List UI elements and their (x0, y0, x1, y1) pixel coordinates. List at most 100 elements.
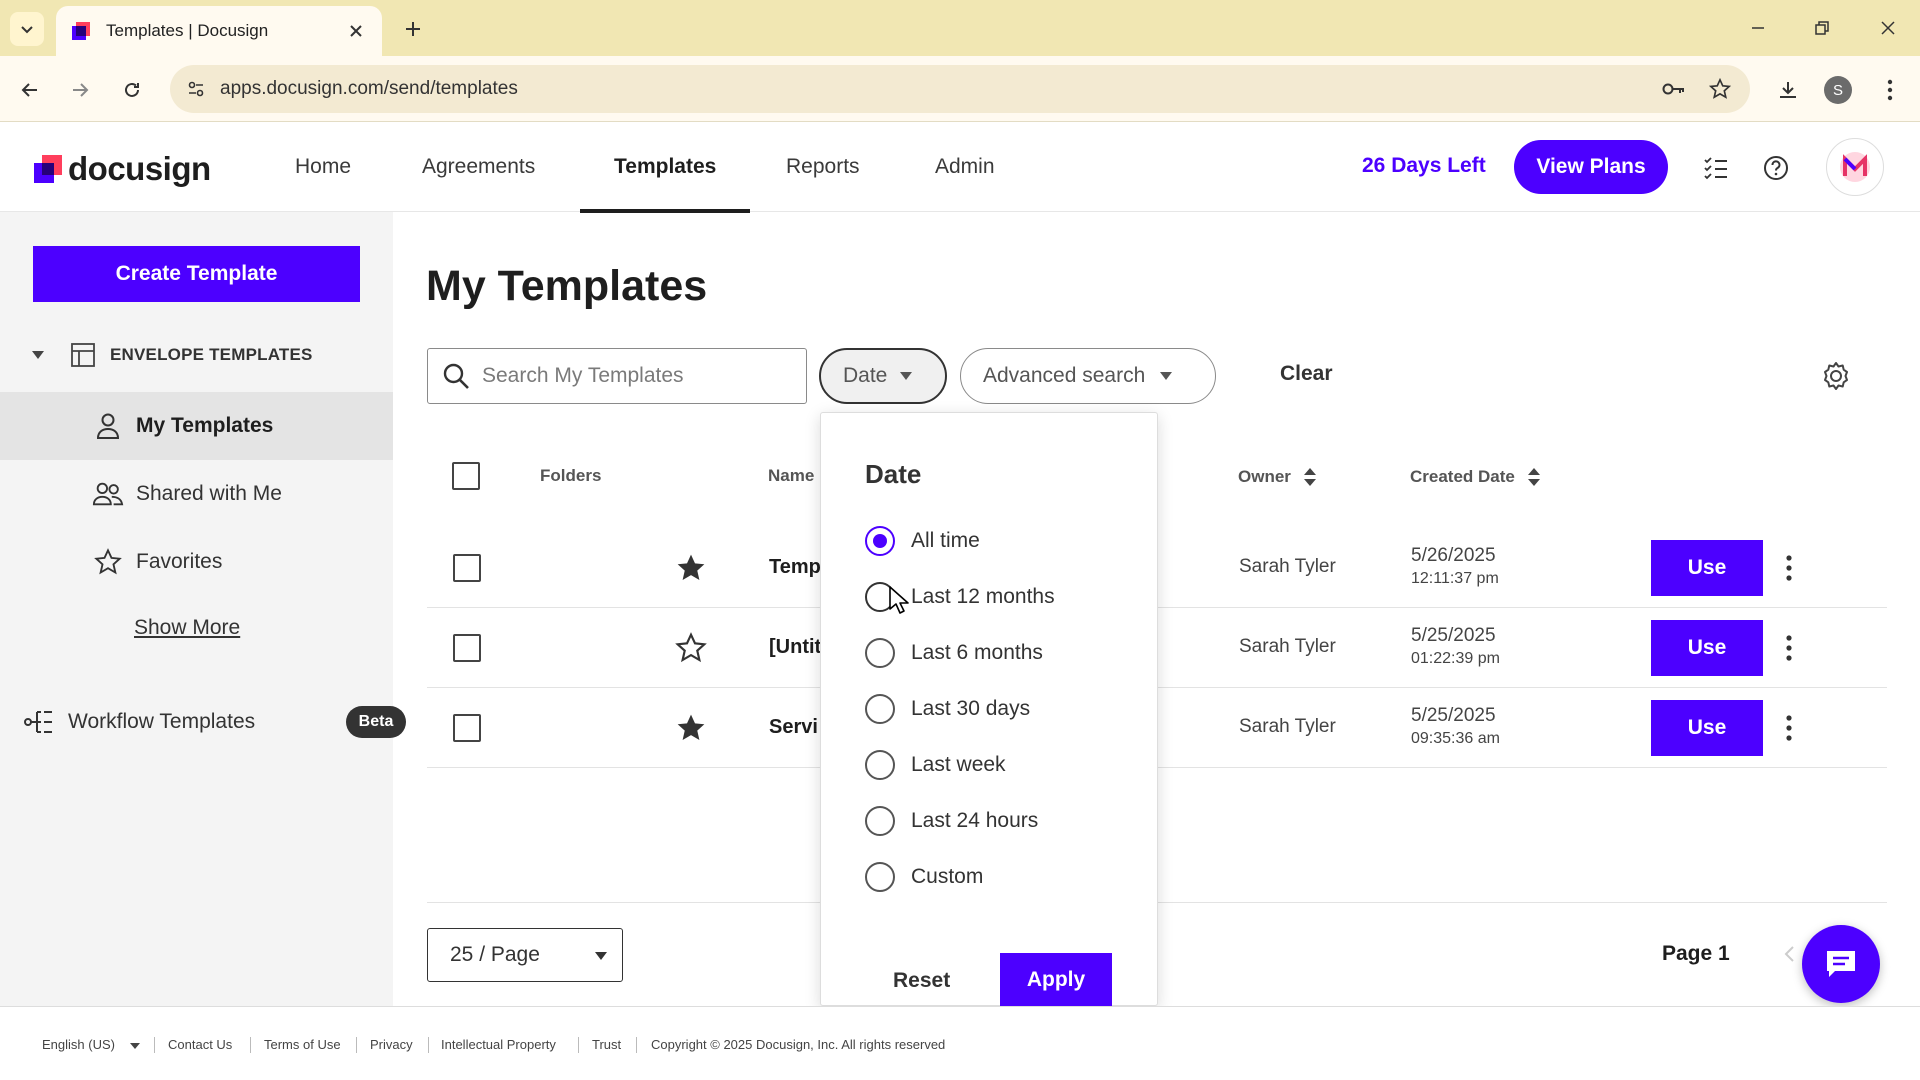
row-checkbox[interactable] (453, 634, 481, 662)
tab-search-button[interactable] (10, 12, 44, 46)
footer-divider (250, 1037, 251, 1053)
use-button[interactable]: Use (1651, 700, 1763, 756)
template-created-date: 5/25/2025 09:35:36 am (1411, 704, 1500, 749)
footer-link-trust[interactable]: Trust (592, 1037, 621, 1052)
use-button[interactable]: Use (1651, 540, 1763, 596)
close-window-icon[interactable] (1870, 10, 1906, 46)
star-filled-icon[interactable] (675, 712, 707, 744)
search-input[interactable] (482, 364, 782, 388)
radio-last-6-months[interactable]: Last 6 months (865, 633, 1155, 673)
column-created-date[interactable]: Created Date (1410, 466, 1541, 488)
apply-button[interactable]: Apply (1000, 953, 1112, 1007)
radio-last-24-hours[interactable]: Last 24 hours (865, 801, 1155, 841)
site-info-icon[interactable] (184, 77, 208, 101)
password-key-icon[interactable] (1662, 77, 1686, 101)
advanced-search-button[interactable]: Advanced search (960, 348, 1216, 404)
radio-label[interactable]: Last 12 months (911, 585, 1055, 609)
help-icon[interactable] (1760, 152, 1792, 184)
column-name[interactable]: Name (768, 466, 814, 486)
radio-button[interactable] (865, 638, 895, 668)
template-name[interactable]: Templ (769, 556, 826, 579)
chat-button[interactable] (1802, 925, 1880, 1003)
footer-link-contact[interactable]: Contact Us (168, 1037, 232, 1052)
radio-button[interactable] (865, 694, 895, 724)
radio-all-time[interactable]: All time (865, 521, 1155, 561)
radio-label[interactable]: All time (911, 529, 980, 553)
radio-label[interactable]: Last week (911, 753, 1006, 777)
template-name[interactable]: [Untit (769, 636, 821, 659)
clear-button[interactable]: Clear (1280, 362, 1333, 386)
row-checkbox[interactable] (453, 714, 481, 742)
profile-avatar[interactable]: S (1820, 72, 1856, 108)
gear-icon[interactable] (1820, 360, 1852, 392)
radio-button[interactable] (865, 862, 895, 892)
footer-link-privacy[interactable]: Privacy (370, 1037, 413, 1052)
search-box[interactable] (427, 348, 807, 404)
browser-menu-icon[interactable] (1872, 72, 1908, 108)
minimize-icon[interactable] (1740, 10, 1776, 46)
caret-down-icon (595, 952, 607, 960)
radio-button[interactable] (865, 526, 895, 556)
radio-label[interactable]: Last 24 hours (911, 809, 1038, 833)
caret-down-icon (32, 351, 44, 359)
sidebar-item-my-templates[interactable]: My Templates (0, 392, 393, 460)
envelope-templates-header[interactable]: ENVELOPE TEMPLATES (30, 342, 313, 368)
radio-label[interactable]: Last 6 months (911, 641, 1043, 665)
per-page-select[interactable]: 25 / Page (427, 928, 623, 982)
forward-icon[interactable] (62, 72, 98, 108)
row-more-icon[interactable] (1773, 630, 1805, 666)
show-more-link[interactable]: Show More (134, 616, 240, 640)
star-filled-icon[interactable] (675, 552, 707, 584)
sidebar-item-shared-with-me[interactable]: Shared with Me (0, 460, 393, 528)
browser-tab[interactable]: Templates | Docusign (56, 6, 382, 56)
create-template-button[interactable]: Create Template (33, 246, 360, 302)
radio-label[interactable]: Custom (911, 865, 983, 889)
new-tab-icon[interactable] (398, 14, 428, 44)
docusign-logo-icon (34, 155, 62, 183)
radio-last-30-days[interactable]: Last 30 days (865, 689, 1155, 729)
view-plans-button[interactable]: View Plans (1514, 140, 1668, 194)
nav-admin[interactable]: Admin (935, 122, 995, 212)
address-bar[interactable]: apps.docusign.com/send/templates (170, 65, 1750, 113)
language-select[interactable]: English (US) (42, 1037, 141, 1052)
reset-button[interactable]: Reset (893, 969, 950, 993)
nav-agreements[interactable]: Agreements (422, 122, 535, 212)
nav-home[interactable]: Home (295, 122, 351, 212)
row-checkbox[interactable] (453, 554, 481, 582)
nav-templates[interactable]: Templates (579, 122, 751, 213)
radio-button[interactable] (865, 806, 895, 836)
footer-link-terms[interactable]: Terms of Use (264, 1037, 341, 1052)
workflow-icon (24, 711, 52, 733)
sidebar-item-favorites[interactable]: Favorites (0, 528, 393, 596)
back-icon[interactable] (12, 72, 48, 108)
restore-icon[interactable] (1804, 10, 1840, 46)
tasks-list-icon[interactable] (1700, 152, 1732, 184)
date-filter-button[interactable]: Date (819, 348, 947, 404)
docusign-logo[interactable]: docusign (34, 150, 211, 188)
radio-last-week[interactable]: Last week (865, 745, 1155, 785)
user-avatar[interactable] (1826, 138, 1884, 196)
nav-reports[interactable]: Reports (786, 122, 860, 212)
row-more-icon[interactable] (1773, 710, 1805, 746)
template-name[interactable]: Servi (769, 716, 818, 739)
footer-link-ip[interactable]: Intellectual Property (441, 1037, 556, 1052)
template-layout-icon (71, 343, 95, 367)
select-all-checkbox[interactable] (452, 462, 480, 490)
reload-icon[interactable] (114, 72, 150, 108)
star-outline-icon[interactable] (675, 632, 707, 664)
close-tab-icon[interactable] (344, 19, 368, 43)
caret-down-icon (1160, 372, 1173, 380)
downloads-icon[interactable] (1770, 72, 1806, 108)
radio-button[interactable] (865, 750, 895, 780)
bookmark-star-icon[interactable] (1708, 77, 1732, 101)
url-text[interactable]: apps.docusign.com/send/templates (220, 78, 518, 100)
column-owner[interactable]: Owner (1238, 466, 1317, 488)
radio-label[interactable]: Last 30 days (911, 697, 1030, 721)
row-more-icon[interactable] (1773, 550, 1805, 586)
trial-days-left[interactable]: 26 Days Left (1362, 154, 1486, 178)
sidebar-item-workflow-templates[interactable]: Workflow Templates Beta (24, 702, 406, 742)
footer-divider (356, 1037, 357, 1053)
chevron-left-icon[interactable] (1780, 944, 1800, 964)
radio-custom[interactable]: Custom (865, 857, 1155, 897)
use-button[interactable]: Use (1651, 620, 1763, 676)
